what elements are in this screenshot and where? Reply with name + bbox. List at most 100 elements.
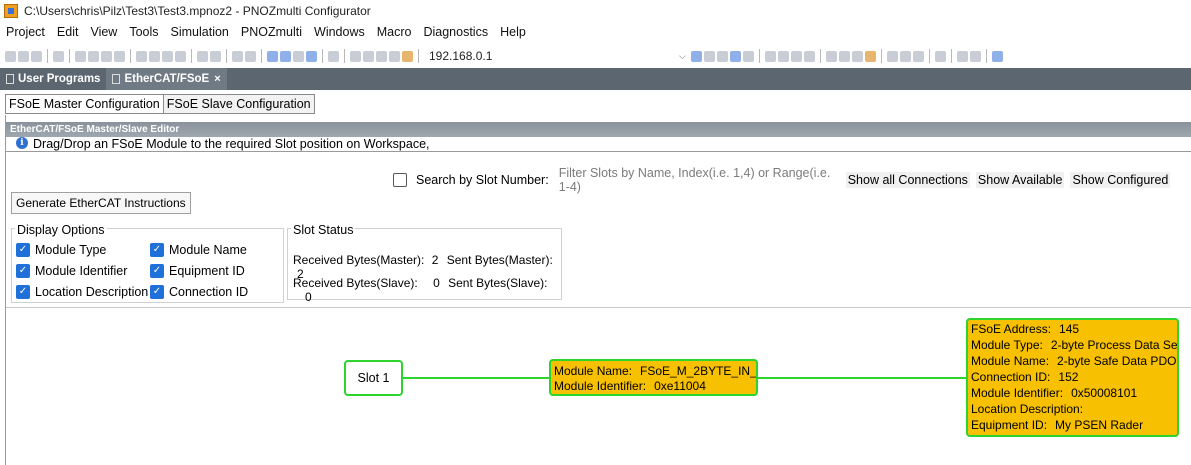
toolbar-separator <box>950 49 952 63</box>
new-file-icon[interactable] <box>5 50 16 62</box>
option-label: Module Identifier <box>35 264 128 278</box>
checkbox-checked-icon[interactable]: ✓ <box>16 243 30 257</box>
option-module-type[interactable]: ✓ Module Type <box>16 243 106 257</box>
network-scan-icon[interactable] <box>363 50 374 62</box>
clipboard-icon[interactable] <box>149 50 160 62</box>
option-module-identifier[interactable]: ✓ Module Identifier <box>16 264 127 278</box>
slave-identifier-label: Module Identifier: <box>971 386 1064 400</box>
report-icon[interactable] <box>899 50 911 62</box>
network-icon[interactable] <box>350 50 361 62</box>
option-label: Connection ID <box>169 285 249 299</box>
generate-ethercat-instructions-button[interactable]: Generate EtherCAT Instructions <box>11 192 191 214</box>
paste-special-icon[interactable] <box>162 50 173 62</box>
undo-icon[interactable] <box>101 50 112 62</box>
settings-icon[interactable] <box>934 50 946 62</box>
menu-view[interactable]: View <box>84 25 123 39</box>
checkbox-checked-icon[interactable]: ✓ <box>16 264 30 278</box>
online-icon[interactable] <box>690 50 702 62</box>
signal-icon[interactable] <box>742 50 754 62</box>
project-tree-icon[interactable] <box>838 50 850 62</box>
option-equipment-id[interactable]: ✓ Equipment ID <box>150 264 245 278</box>
module-list-icon[interactable] <box>790 50 802 62</box>
network-download-icon[interactable] <box>389 50 400 62</box>
search-by-slot-checkbox[interactable] <box>393 173 407 187</box>
title-bar: C:\Users\chris\Pilz\Test3\Test3.mpnoz2 -… <box>0 0 1191 22</box>
help-icon[interactable] <box>991 50 1003 62</box>
tab-fsoe-slave-configuration[interactable]: FSoE Slave Configuration <box>163 94 315 114</box>
received-slave-value: 0 <box>433 276 440 290</box>
checkbox-checked-icon[interactable]: ✓ <box>16 285 30 299</box>
print-icon[interactable] <box>53 50 64 62</box>
chevron-down-icon[interactable] <box>969 50 981 62</box>
show-all-connections-button[interactable]: Show all Connections <box>845 172 970 188</box>
copy-icon[interactable] <box>75 50 86 62</box>
menu-windows[interactable]: Windows <box>308 25 371 39</box>
connector-line <box>403 377 549 379</box>
menu-diagnostics[interactable]: Diagnostics <box>417 25 494 39</box>
slot-filter-input[interactable]: Filter Slots by Name, Index(i.e. 1,4) or… <box>559 166 840 194</box>
transfer-icon[interactable] <box>280 50 291 62</box>
verify-icon[interactable] <box>210 50 221 62</box>
user-icon[interactable] <box>764 50 776 62</box>
show-available-button[interactable]: Show Available <box>975 172 1065 188</box>
option-module-name[interactable]: ✓ Module Name <box>150 243 247 257</box>
menu-tools[interactable]: Tools <box>123 25 164 39</box>
module-identifier-value: 0xe11004 <box>654 379 706 393</box>
show-configured-button[interactable]: Show Configured <box>1070 172 1171 188</box>
pin-icon[interactable] <box>328 50 339 62</box>
open-file-icon[interactable] <box>18 50 29 62</box>
checkbox-checked-icon[interactable]: ✓ <box>150 285 164 299</box>
option-connection-id[interactable]: ✓ Connection ID <box>150 285 248 299</box>
network-upload-icon[interactable] <box>376 50 387 62</box>
tab-ethercat-fsoe[interactable]: EtherCAT/FSoE × <box>106 68 227 90</box>
dropdown-arrow-icon[interactable] <box>293 50 304 62</box>
check-icon[interactable] <box>197 50 208 62</box>
toolbar-separator <box>819 49 821 63</box>
option-location-description[interactable]: ✓ Location Description <box>16 285 148 299</box>
slave-identifier-value: 0x50008101 <box>1071 386 1138 400</box>
chevron-down-icon[interactable]: ⌵ <box>679 51 686 62</box>
diagnostic-icon[interactable] <box>851 50 863 62</box>
cut-icon[interactable] <box>136 50 147 62</box>
flag-icon[interactable] <box>803 50 815 62</box>
refresh-icon[interactable] <box>306 50 317 62</box>
export-icon[interactable] <box>956 50 968 62</box>
zoom-in-icon[interactable] <box>232 50 243 62</box>
slave-equipment-row: Equipment ID: My PSEN Rader <box>971 417 1174 433</box>
users-icon[interactable] <box>777 50 789 62</box>
slave-connection-value: 152 <box>1058 370 1079 384</box>
tab-fsoe-master-configuration[interactable]: FSoE Master Configuration <box>5 94 164 114</box>
menu-pnozmulti[interactable]: PNOZmulti <box>235 25 308 39</box>
search-device-icon[interactable] <box>825 50 837 62</box>
sent-slave-value: 0 <box>305 290 312 304</box>
menu-edit[interactable]: Edit <box>51 25 85 39</box>
menu-help[interactable]: Help <box>494 25 532 39</box>
document-icon[interactable] <box>886 50 898 62</box>
tab-user-programs[interactable]: User Programs <box>0 68 106 90</box>
menu-macro[interactable]: Macro <box>371 25 418 39</box>
redo-icon[interactable] <box>114 50 125 62</box>
paste-icon[interactable] <box>88 50 99 62</box>
stop-icon[interactable] <box>716 50 728 62</box>
checkbox-checked-icon[interactable]: ✓ <box>150 264 164 278</box>
checkbox-checked-icon[interactable]: ✓ <box>150 243 164 257</box>
toolbar-separator <box>47 49 48 63</box>
connect-icon[interactable] <box>267 50 278 62</box>
start-icon[interactable] <box>703 50 715 62</box>
table-icon[interactable] <box>912 50 924 62</box>
save-icon[interactable] <box>31 50 42 62</box>
monitor-icon[interactable] <box>729 50 741 62</box>
ip-address-field[interactable]: 192.168.0.1 <box>429 49 659 63</box>
fsoe-master-module-node[interactable]: Module Name: FSoE_M_2BYTE_IN_2B Module Id… <box>549 359 758 396</box>
slot-node[interactable]: Slot 1 <box>344 360 403 396</box>
close-icon[interactable]: × <box>214 73 220 85</box>
menu-simulation[interactable]: Simulation <box>165 25 235 39</box>
delete-icon[interactable] <box>175 50 186 62</box>
fsoe-slave-module-node[interactable]: FSoE Address: 145 Module Type: 2-byte Proc… <box>966 318 1179 437</box>
zoom-out-icon[interactable] <box>245 50 256 62</box>
editor-info: i Drag/Drop an FSoE Module to the requir… <box>16 137 1191 151</box>
module-name-label: Module Name: <box>554 364 633 378</box>
device-icon[interactable] <box>402 50 413 62</box>
menu-project[interactable]: Project <box>0 25 51 39</box>
bus-icon[interactable] <box>864 50 876 62</box>
